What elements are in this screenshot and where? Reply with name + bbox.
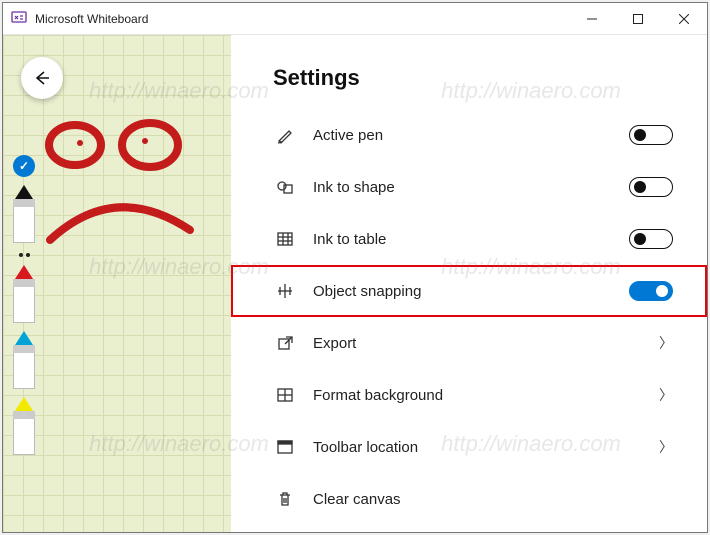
highlighter-tool[interactable]	[13, 397, 35, 455]
settings-heading: Settings	[231, 65, 707, 109]
chevron-right-icon: 〉	[659, 385, 673, 405]
window-title: Microsoft Whiteboard	[35, 12, 148, 26]
app-icon	[11, 11, 27, 27]
red-pen-tool[interactable]	[13, 265, 35, 323]
setting-ink-to-shape[interactable]: Ink to shape	[231, 161, 707, 213]
maximize-button[interactable]	[615, 3, 661, 35]
setting-label: Toolbar location	[313, 439, 418, 456]
setting-toolbar-location[interactable]: Toolbar location 〉	[231, 421, 707, 473]
grid-icon	[275, 385, 295, 405]
ink-to-table-toggle[interactable]	[629, 229, 673, 249]
setting-label: Export	[313, 335, 356, 352]
setting-label: Clear canvas	[313, 491, 401, 508]
cyan-pen-tool[interactable]	[13, 331, 35, 389]
setting-label: Object snapping	[313, 283, 421, 300]
black-pen-tool[interactable]	[13, 185, 35, 243]
setting-export[interactable]: Export 〉	[231, 317, 707, 369]
object-snapping-toggle[interactable]	[629, 281, 673, 301]
setting-label: Ink to shape	[313, 179, 395, 196]
chevron-right-icon: 〉	[659, 333, 673, 353]
back-button[interactable]	[21, 57, 63, 99]
setting-active-pen[interactable]: Active pen	[231, 109, 707, 161]
pen-icon	[275, 125, 295, 145]
trash-icon	[275, 489, 295, 509]
chevron-right-icon: 〉	[659, 437, 673, 457]
setting-label: Active pen	[313, 127, 383, 144]
snap-icon	[275, 281, 295, 301]
setting-ink-to-table[interactable]: Ink to table	[231, 213, 707, 265]
table-icon	[275, 229, 295, 249]
setting-clear-canvas[interactable]: Clear canvas	[231, 473, 707, 525]
setting-label: Format background	[313, 387, 443, 404]
settings-panel: Settings Active pen Ink to shape Ink	[231, 35, 707, 532]
minimize-button[interactable]	[569, 3, 615, 35]
whiteboard-canvas[interactable]	[3, 35, 231, 532]
toolbar-icon	[275, 437, 295, 457]
setting-label: Ink to table	[313, 231, 386, 248]
ink-drawing-sad-face	[35, 115, 205, 265]
export-icon	[275, 333, 295, 353]
active-pen-toggle[interactable]	[629, 125, 673, 145]
ink-to-shape-toggle[interactable]	[629, 177, 673, 197]
close-button[interactable]	[661, 3, 707, 35]
pen-more-icon[interactable]	[19, 253, 30, 257]
pen-toolbelt	[9, 155, 39, 455]
titlebar: Microsoft Whiteboard	[3, 3, 707, 35]
setting-format-background[interactable]: Format background 〉	[231, 369, 707, 421]
setting-object-snapping[interactable]: Object snapping	[231, 265, 707, 317]
selected-pen-indicator[interactable]	[13, 155, 35, 177]
shape-icon	[275, 177, 295, 197]
